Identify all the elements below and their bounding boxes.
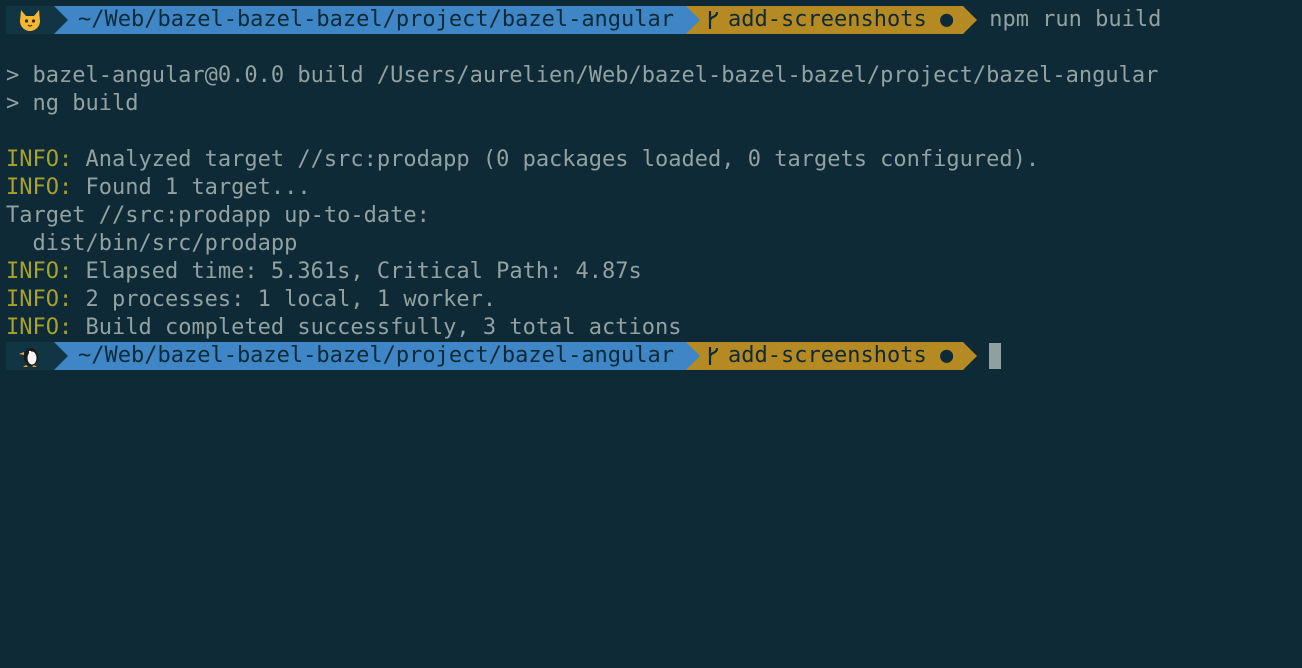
prompt-emoji-segment: [6, 6, 68, 34]
output-line-target: Target //src:prodapp up-to-date:: [6, 203, 430, 228]
prompt-emoji-segment: [6, 342, 68, 370]
output-line-info: INFO: Analyzed target //src:prodapp (0 p…: [6, 146, 1039, 174]
output-line-info: INFO: 2 processes: 1 local, 1 worker.: [6, 286, 496, 314]
prompt-branch: add-screenshots ●: [728, 343, 954, 368]
terminal-cursor[interactable]: [989, 343, 1002, 369]
cat-face-icon: [20, 10, 40, 31]
output-line-pkg: > bazel-angular@0.0.0 build /Users/aurel…: [6, 63, 1159, 88]
info-label: INFO:: [6, 315, 73, 340]
info-text: Analyzed target //src:prodapp (0 package…: [72, 147, 1040, 172]
penguin-icon: [19, 348, 38, 367]
output-line-info: INFO: Elapsed time: 5.361s, Critical Pat…: [6, 258, 642, 286]
info-label: INFO:: [6, 175, 73, 200]
info-text: 2 processes: 1 local, 1 worker.: [72, 287, 497, 312]
prompt-top: ~/Web/bazel-bazel-bazel/project/bazel-an…: [6, 6, 1161, 34]
prompt-path: ~/Web/bazel-bazel-bazel/project/bazel-an…: [78, 343, 675, 368]
typed-command: npm run build: [989, 7, 1162, 32]
info-label: INFO:: [6, 147, 73, 172]
prompt-branch-segment: add-screenshots ●: [686, 6, 978, 34]
git-branch-icon: [708, 347, 719, 365]
prompt-path: ~/Web/bazel-bazel-bazel/project/bazel-an…: [78, 7, 675, 32]
info-label: INFO:: [6, 287, 73, 312]
info-label: INFO:: [6, 259, 73, 284]
prompt-branch: add-screenshots ●: [728, 7, 954, 32]
info-text: Found 1 target...: [72, 175, 311, 200]
output-line-dist: dist/bin/src/prodapp: [6, 231, 298, 256]
git-branch-icon: [708, 11, 719, 29]
output-line-ng: > ng build: [6, 91, 139, 116]
info-text: Build completed successfully, 3 total ac…: [72, 315, 682, 340]
output-line-info: INFO: Found 1 target...: [6, 174, 311, 202]
prompt-path-segment: ~/Web/bazel-bazel-bazel/project/bazel-an…: [54, 342, 701, 370]
info-text: Elapsed time: 5.361s, Critical Path: 4.8…: [72, 259, 642, 284]
prompt-branch-segment: add-screenshots ●: [686, 342, 978, 370]
terminal-window[interactable]: ~/Web/bazel-bazel-bazel/project/bazel-an…: [0, 0, 1302, 668]
prompt-bottom: ~/Web/bazel-bazel-bazel/project/bazel-an…: [6, 342, 1002, 370]
output-line-info: INFO: Build completed successfully, 3 to…: [6, 314, 682, 342]
prompt-path-segment: ~/Web/bazel-bazel-bazel/project/bazel-an…: [54, 6, 701, 34]
